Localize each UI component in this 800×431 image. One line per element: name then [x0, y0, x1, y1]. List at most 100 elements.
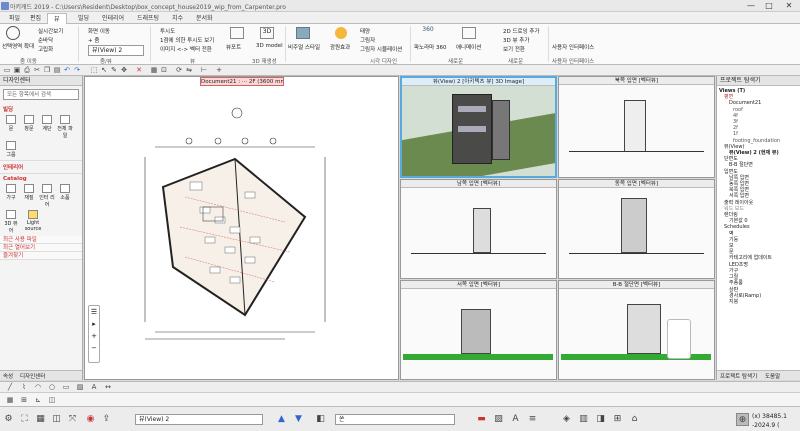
- pan-button[interactable]: 화면 이동: [88, 27, 110, 35]
- 3d-model-button[interactable]: 3D model: [256, 43, 283, 49]
- visual-style-icon[interactable]: [296, 27, 310, 39]
- cut-icon[interactable]: ✂: [33, 66, 41, 74]
- play-icon[interactable]: ▸: [89, 318, 99, 330]
- layout-icon[interactable]: ◫: [50, 413, 63, 426]
- fit-view-icon[interactable]: ⤧: [66, 413, 79, 426]
- tab-dimension[interactable]: 치수: [166, 13, 189, 24]
- roof-tool-icon[interactable]: ⌂: [628, 413, 641, 426]
- recent-open-link[interactable]: 최근 열어보기: [0, 244, 82, 252]
- add-2d-drawing-button[interactable]: 2D 드로잉 추가: [503, 27, 540, 35]
- fullscreen-icon[interactable]: ⛶: [18, 413, 31, 426]
- redo-icon[interactable]: ↷: [73, 66, 81, 74]
- shadow-sim-button[interactable]: 그림자 시뮬레이션: [360, 45, 402, 53]
- snap-icon[interactable]: ⊡: [160, 66, 168, 74]
- sun-button[interactable]: 태양: [360, 27, 370, 35]
- view-west-elevation[interactable]: 서쪽 입면 [벡터뷰]: [400, 280, 557, 380]
- export-icon[interactable]: ⇪: [100, 413, 113, 426]
- rotate-icon[interactable]: ⟳: [175, 66, 183, 74]
- animation-icon[interactable]: [462, 27, 476, 39]
- light-source-item[interactable]: Light source: [21, 210, 45, 234]
- window-item[interactable]: 창문: [21, 115, 37, 139]
- undo-icon[interactable]: ↶: [63, 66, 71, 74]
- tab-help[interactable]: 도움말: [765, 372, 780, 380]
- shadow-button[interactable]: 그림자: [360, 36, 375, 44]
- tab-building[interactable]: 빌딩: [72, 13, 95, 24]
- interior-item[interactable]: 인터 리어: [39, 184, 55, 208]
- move-icon[interactable]: ✥: [120, 66, 128, 74]
- polyline-tool-icon[interactable]: ⌇: [20, 383, 28, 391]
- wall-icon[interactable]: ▥: [577, 413, 590, 426]
- menu-icon[interactable]: ☰: [89, 306, 99, 318]
- pencil-icon[interactable]: ✎: [110, 66, 118, 74]
- tab-properties[interactable]: 속성: [3, 372, 13, 380]
- animation-button[interactable]: 애니메이션: [456, 43, 481, 51]
- tab-view[interactable]: 뷰: [47, 13, 67, 24]
- view-south-elevation[interactable]: 남쪽 입면 [벡터뷰]: [400, 179, 557, 279]
- minimize-button[interactable]: —: [742, 1, 760, 11]
- material-item[interactable]: 재질: [21, 184, 37, 208]
- fill-tool-icon[interactable]: ▨: [76, 383, 84, 391]
- arrow-up-icon[interactable]: ▲: [275, 413, 288, 426]
- visual-style-button[interactable]: 비주얼 스타일: [288, 43, 320, 51]
- tab-design-center[interactable]: 디자인센터: [20, 372, 45, 380]
- arrow-down-icon[interactable]: ▼: [292, 413, 305, 426]
- user-interface-button[interactable]: 사용자 인터페이스: [552, 43, 594, 51]
- orbit-button[interactable]: 순바닥: [38, 36, 53, 44]
- grid-icon[interactable]: ▦: [150, 66, 158, 74]
- view-combo[interactable]: 뷰(View) 2: [88, 45, 144, 56]
- lighting-button[interactable]: 광원효과: [330, 43, 350, 51]
- grid-toggle-icon[interactable]: ▦: [6, 396, 14, 404]
- add-3d-view-button[interactable]: 3D 뷰 추가: [503, 36, 529, 44]
- tab-project-browser[interactable]: 프로젝트 탐색기: [720, 372, 757, 380]
- favorites-link[interactable]: 즐겨찾기: [0, 252, 82, 260]
- copy-icon[interactable]: ❐: [43, 66, 51, 74]
- recent-files-link[interactable]: 최근 사용 파일: [0, 236, 82, 244]
- view-east-elevation[interactable]: 동쪽 입면 [벡터뷰]: [558, 179, 715, 279]
- close-button[interactable]: ✕: [780, 1, 798, 11]
- canvas-tab[interactable]: Document21 : ··· 2F (3600 mm): [200, 77, 284, 86]
- grid-view-icon[interactable]: ▦: [34, 413, 47, 426]
- one-point-persp-button[interactable]: 1점에 의한 투시도 보기: [160, 36, 214, 44]
- view-bb-section[interactable]: B-B 절단면 [벡터뷰]: [558, 280, 715, 380]
- snap-toggle-icon[interactable]: ⊞: [20, 396, 28, 404]
- plane-combo[interactable]: 쏜: [335, 414, 455, 425]
- select-icon[interactable]: ⬚: [90, 66, 98, 74]
- panorama-button[interactable]: 파노라마 360: [414, 43, 447, 51]
- zoom-out-icon[interactable]: −: [89, 342, 99, 354]
- measure-icon[interactable]: ⊢: [200, 66, 208, 74]
- panorama-icon[interactable]: 360: [420, 26, 436, 38]
- isolate-button[interactable]: 고립화: [38, 45, 53, 53]
- select-area-zoom-button[interactable]: 선택영역 확대: [2, 42, 34, 50]
- pointer-icon[interactable]: ↖: [100, 66, 108, 74]
- all-files-item[interactable]: 전체 파일: [57, 115, 73, 139]
- line-tool-icon[interactable]: ╱: [6, 383, 14, 391]
- delete-icon[interactable]: ✕: [135, 66, 143, 74]
- paste-icon[interactable]: ▤: [53, 66, 61, 74]
- cube-icon[interactable]: ◈: [560, 413, 573, 426]
- zoom-area-icon[interactable]: [6, 26, 20, 40]
- props-item[interactable]: 소품: [57, 184, 73, 208]
- design-center-search[interactable]: 모든 항목에서 검색: [3, 89, 79, 100]
- tab-file[interactable]: 파일: [3, 13, 26, 24]
- arc-tool-icon[interactable]: ◠: [34, 383, 42, 391]
- mirror-icon[interactable]: ⇋: [185, 66, 193, 74]
- settings-gear-icon[interactable]: ⚙: [2, 413, 15, 426]
- furniture-item[interactable]: 가구: [3, 184, 19, 208]
- open-icon[interactable]: ▭: [3, 66, 11, 74]
- floor-plan-canvas[interactable]: ☰ ▸ + −: [84, 76, 399, 380]
- layer-icon[interactable]: ◧: [314, 413, 327, 426]
- view-select[interactable]: 뷰(View) 2: [135, 414, 263, 425]
- 3d-viewer-item[interactable]: 3D 뷰 어: [3, 210, 19, 234]
- viewport-icon[interactable]: [230, 27, 244, 39]
- zoom-in-icon[interactable]: +: [89, 330, 99, 342]
- viewport-button[interactable]: 뷰포트: [226, 43, 241, 51]
- image-vector-toggle[interactable]: 이미지 <-> 벡터 전환: [160, 45, 212, 53]
- brush-icon[interactable]: ▬: [475, 413, 488, 426]
- text-tool-icon[interactable]: A: [90, 383, 98, 391]
- stair-item[interactable]: 계단: [39, 115, 55, 139]
- tab-document[interactable]: 문서화: [190, 13, 219, 24]
- light-bulb-icon[interactable]: [335, 27, 347, 39]
- layer-toggle-icon[interactable]: ◫: [48, 396, 56, 404]
- hatch-icon[interactable]: ▨: [492, 413, 505, 426]
- view-control-widget[interactable]: [667, 319, 691, 359]
